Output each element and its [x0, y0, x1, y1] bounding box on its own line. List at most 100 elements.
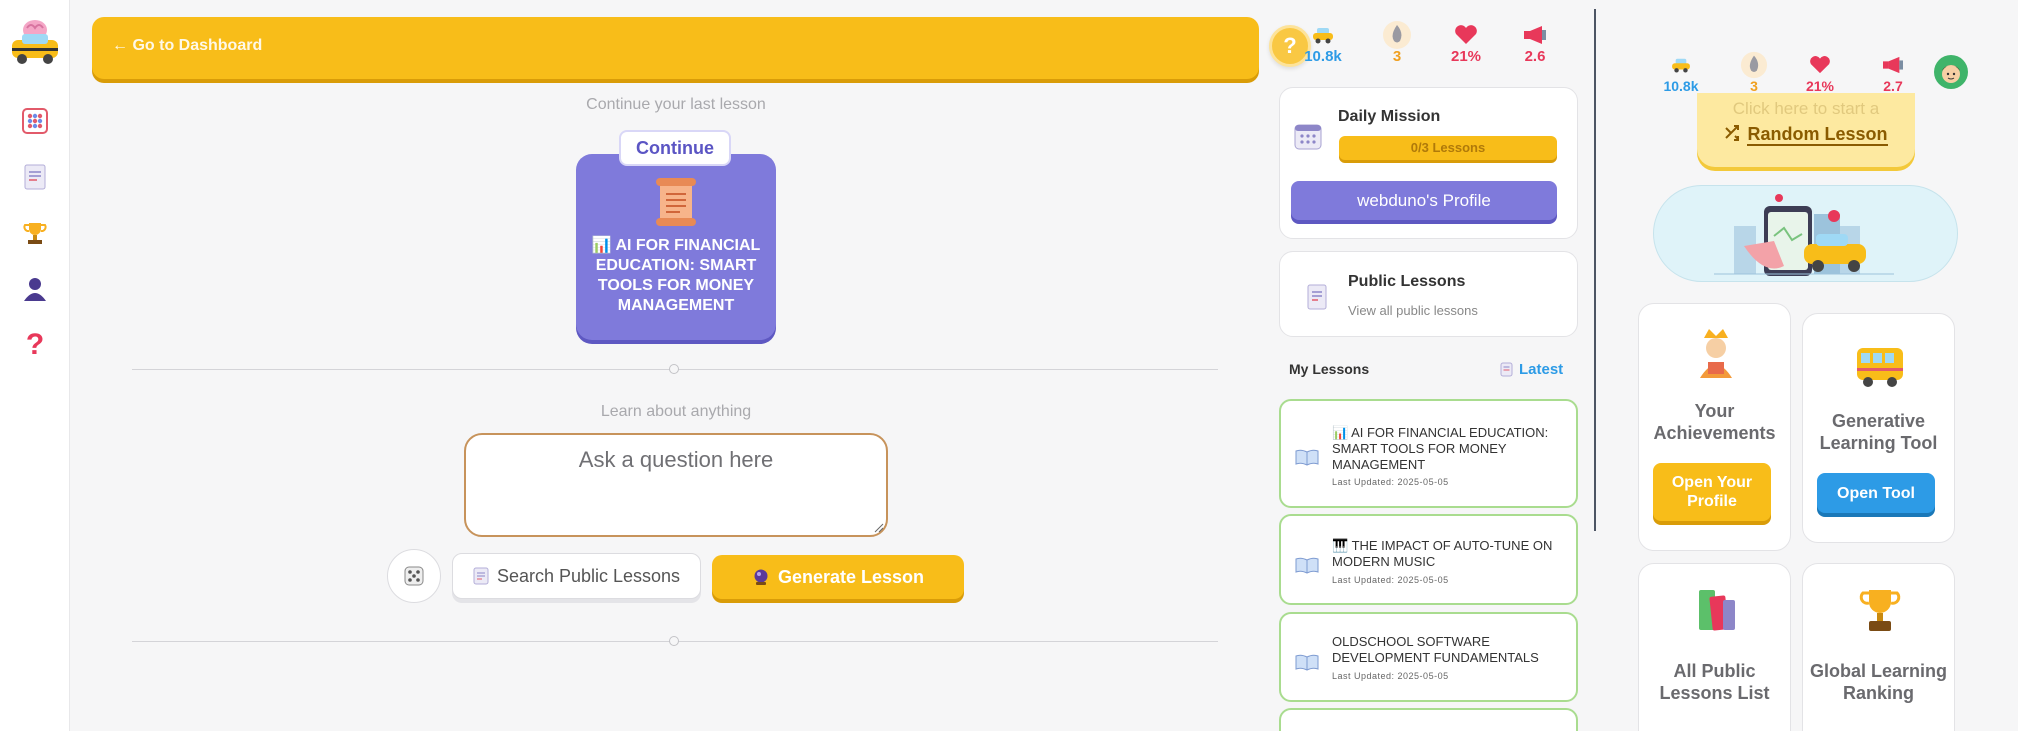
left-sidebar: ?	[0, 0, 70, 731]
ask-question-input[interactable]: Ask a question here	[464, 433, 888, 537]
document-icon	[1500, 362, 1513, 377]
book-icon	[1295, 448, 1319, 471]
panel-separator	[1594, 9, 1596, 531]
lesson-item[interactable]: 🎹 THE IMPACT OF AUTO-TUNE ON MODERN MUSI…	[1279, 514, 1578, 605]
random-lesson-caption: Click here to start a	[1732, 99, 1880, 118]
crystal-ball-icon	[754, 569, 768, 585]
document-icon	[1306, 284, 1328, 315]
search-public-label: Search Public Lessons	[496, 565, 681, 586]
lesson-item[interactable]: OLDSCHOOL SOFTWARE DEVELOPMENT FUNDAMENT…	[1279, 612, 1578, 702]
go-to-dashboard-link[interactable]: ← Go to Dashboard	[112, 37, 262, 55]
bus-icon	[1855, 344, 1905, 393]
help-icon[interactable]: ?	[18, 328, 52, 362]
stat-health-value: 21%	[1805, 78, 1835, 94]
achievements-tile: Your Achievements Open Your Profile	[1638, 303, 1791, 551]
random-dice-button[interactable]	[387, 549, 441, 603]
search-public-lessons-button[interactable]: Search Public Lessons	[452, 553, 701, 599]
scroll-icon	[652, 176, 700, 233]
heart-icon	[1438, 22, 1494, 48]
divider-dot	[669, 364, 679, 374]
trophy-icon[interactable]	[18, 216, 52, 250]
stat-health-value: 21%	[1450, 48, 1482, 65]
book-icon	[1295, 556, 1319, 579]
learn-caption: Learn about anything	[600, 403, 752, 420]
taxi-icon	[1653, 52, 1709, 78]
achievements-title: Your Achievements	[1653, 401, 1776, 443]
public-lessons-card[interactable]: Public Lessons View all public lessons	[1279, 251, 1578, 337]
global-ranking-tile[interactable]: Global Learning Ranking	[1802, 563, 1955, 731]
stat-streak-value: 3	[1750, 78, 1758, 94]
abacus-icon[interactable]	[18, 104, 52, 138]
flame-icon	[1726, 51, 1782, 79]
lesson-title: OLDSCHOOL SOFTWARE DEVELOPMENT FUNDAMENT…	[1332, 634, 1539, 665]
crowned-character-icon	[1694, 326, 1738, 383]
stat-streak[interactable]: 3	[1369, 21, 1425, 65]
section-divider	[132, 364, 1218, 374]
random-lesson-label: Random Lesson	[1697, 124, 1915, 146]
lesson-date: Last Updated: 2025-05-05	[1332, 575, 1449, 585]
continue-button[interactable]: Continue	[619, 130, 731, 166]
stat-speaker-value: 2.6	[1524, 48, 1546, 65]
profile-icon[interactable]	[18, 272, 52, 306]
shuffle-icon	[1725, 125, 1740, 141]
lesson-item[interactable]: 📊 AI FOR FINANCIAL EDUCATION: SMART TOOL…	[1279, 399, 1578, 508]
lesson-title: 📊 AI FOR FINANCIAL EDUCATION: SMART TOOL…	[1332, 425, 1549, 472]
generative-tool-title: Generative Learning Tool	[1819, 411, 1938, 453]
stat-cars-value: 10.8k	[1304, 48, 1342, 65]
stat-speaker[interactable]: 2.6	[1507, 22, 1563, 65]
stat-speaker-value: 2.7	[1883, 78, 1903, 94]
generative-tool-tile: Generative Learning Tool Open Tool	[1802, 313, 1955, 543]
public-lessons-subtitle: View all public lessons	[1348, 303, 1478, 318]
lesson-date: Last Updated: 2025-05-05	[1332, 671, 1449, 681]
daily-mission-progress: 0/3 Lessons	[1339, 136, 1557, 160]
megaphone-icon	[1507, 22, 1563, 48]
stat-streak-value: 3	[1392, 48, 1402, 65]
books-icon	[1693, 586, 1741, 639]
lesson-item[interactable]	[1279, 708, 1578, 731]
stat-speaker-right[interactable]: 2.7	[1865, 52, 1921, 94]
stat-cars-value: 10.8k	[1663, 78, 1699, 94]
public-lessons-list-title: All Public Lessons List	[1659, 661, 1770, 703]
continue-caption: Continue your last lesson	[586, 96, 766, 113]
profile-button[interactable]: webduno's Profile	[1291, 181, 1557, 220]
ask-placeholder: Ask a question here	[578, 447, 774, 472]
daily-mission-title: Daily Mission	[1338, 108, 1441, 125]
document-icon	[473, 567, 489, 585]
sort-latest-label: Latest	[1519, 361, 1564, 378]
open-profile-button[interactable]: Open Your Profile	[1653, 463, 1771, 521]
lessons-icon[interactable]	[18, 160, 52, 194]
avatar[interactable]	[1934, 55, 1968, 89]
public-lessons-title: Public Lessons	[1348, 273, 1466, 290]
continue-lesson-title: 📊 AI FOR FINANCIAL EDUCATION: SMART TOOL…	[591, 237, 761, 314]
random-lesson-button[interactable]: Click here to start a Random Lesson	[1697, 93, 1915, 167]
taxi-city-illustration	[1653, 185, 1958, 282]
resize-grip-icon[interactable]	[872, 521, 884, 533]
top-banner: ← Go to Dashboard ?	[92, 17, 1311, 79]
flame-icon	[1369, 21, 1425, 49]
open-tool-button[interactable]: Open Tool	[1817, 473, 1935, 513]
generate-label: Generate Lesson	[777, 566, 925, 587]
heart-icon	[1792, 52, 1848, 78]
my-lessons-header: My Lessons	[1289, 361, 1370, 377]
lesson-title: 🎹 THE IMPACT OF AUTO-TUNE ON MODERN MUSI…	[1332, 538, 1553, 569]
random-lesson-text: Random Lesson	[1747, 124, 1888, 146]
sort-latest-button[interactable]: Latest	[1500, 361, 1563, 378]
divider-dot	[669, 636, 679, 646]
stat-health-right[interactable]: 21%	[1792, 52, 1848, 94]
stat-cars-right[interactable]: 10.8k	[1653, 52, 1709, 94]
generate-lesson-button[interactable]: Generate Lesson	[712, 555, 964, 599]
calendar-icon	[1294, 122, 1322, 155]
taxi-brain-logo-icon[interactable]	[8, 18, 62, 66]
book-icon	[1295, 653, 1319, 676]
stat-cars[interactable]: 10.8k	[1295, 22, 1351, 65]
lesson-date: Last Updated: 2025-05-05	[1332, 477, 1449, 487]
section-divider-bottom	[132, 636, 1218, 646]
megaphone-icon	[1865, 52, 1921, 78]
stat-health[interactable]: 21%	[1438, 22, 1494, 65]
taxi-icon	[1295, 22, 1351, 48]
trophy-icon	[1859, 586, 1901, 639]
continue-lesson-card[interactable]: 📊 AI FOR FINANCIAL EDUCATION: SMART TOOL…	[576, 154, 776, 340]
public-lessons-list-tile[interactable]: All Public Lessons List	[1638, 563, 1791, 731]
stat-streak-right[interactable]: 3	[1726, 51, 1782, 94]
dice-icon	[404, 566, 424, 586]
